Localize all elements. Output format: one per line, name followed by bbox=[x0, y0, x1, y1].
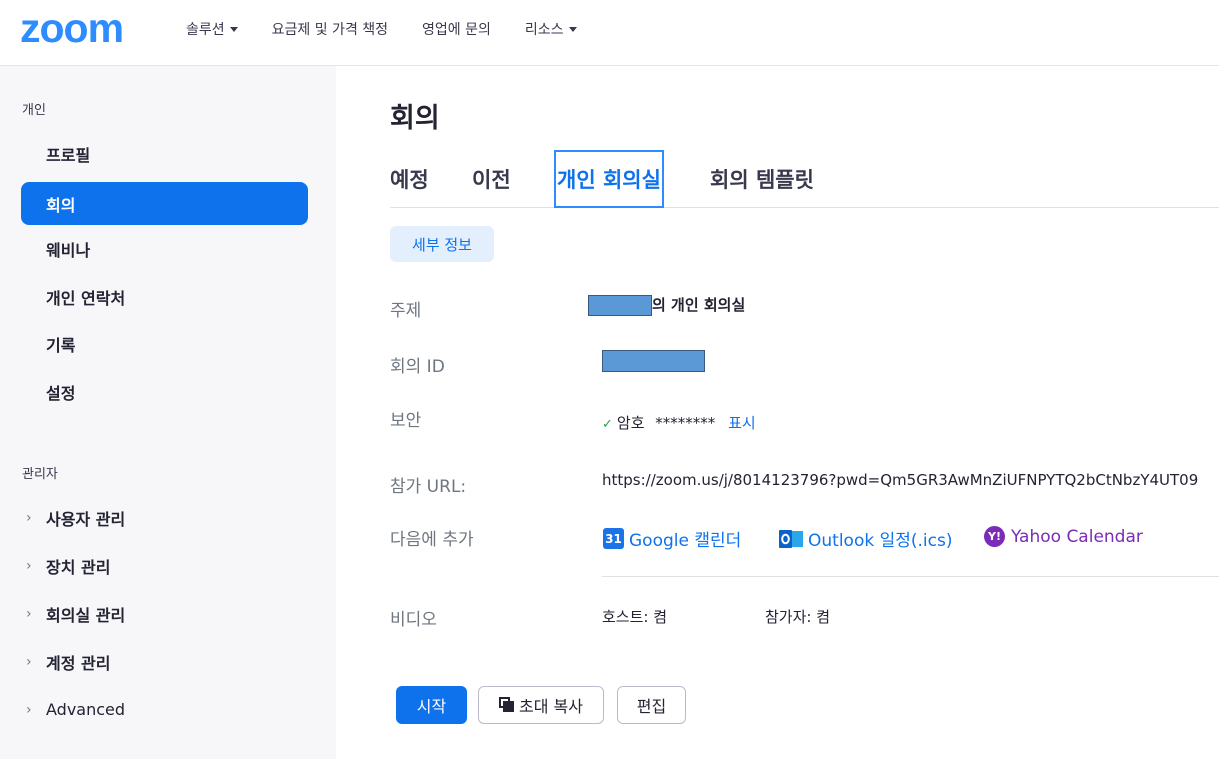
sidebar-item-label: 회의 bbox=[46, 195, 76, 215]
caret-down-icon bbox=[568, 26, 577, 32]
copy-invitation-label: 초대 복사 bbox=[519, 697, 583, 716]
add-to-label: 다음에 추가 bbox=[390, 530, 474, 550]
sidebar-item-label: 장치 관리 bbox=[46, 557, 111, 577]
security-value: ✓ 암호 ******** 표시 bbox=[602, 412, 756, 433]
sidebar-section-personal: 개인 bbox=[22, 103, 46, 118]
sidebar-item-webinars[interactable]: 웨비나 bbox=[21, 227, 308, 270]
topic-suffix: 의 개인 회의실 bbox=[652, 296, 746, 314]
page-title: 회의 bbox=[390, 103, 440, 134]
outlook-calendar-label: Outlook 일정(.ics) bbox=[808, 531, 953, 551]
sidebar-item-meetings[interactable]: 회의 bbox=[21, 182, 308, 225]
nav-contact-sales-label: 영업에 문의 bbox=[422, 22, 491, 38]
topic-value: 의 개인 회의실 bbox=[588, 294, 745, 316]
security-label: 보안 bbox=[390, 411, 422, 431]
copy-invitation-button[interactable]: 초대 복사 bbox=[478, 686, 604, 724]
sidebar-item-label: 사용자 관리 bbox=[46, 509, 126, 529]
tab-upcoming[interactable]: 예정 bbox=[390, 150, 429, 208]
top-navigation-bar: zoom 솔루션 요금제 및 가격 책정 영업에 문의 리소스 bbox=[0, 0, 1219, 66]
chevron-right-icon: › bbox=[26, 605, 32, 622]
show-passcode-link[interactable]: 표시 bbox=[728, 414, 756, 432]
sidebar-item-label: 계정 관리 bbox=[46, 653, 111, 673]
yahoo-calendar-link[interactable]: Y! Yahoo Calendar bbox=[984, 526, 1143, 547]
redacted-name bbox=[588, 295, 652, 316]
google-calendar-icon: 31 bbox=[603, 528, 624, 549]
nav-resources-label: 리소스 bbox=[524, 22, 564, 38]
chevron-right-icon: › bbox=[26, 557, 32, 574]
sidebar-item-label: 회의실 관리 bbox=[46, 605, 126, 625]
tab-personal-room[interactable]: 개인 회의실 bbox=[554, 150, 664, 208]
sidebar: 개인 프로필 회의 웨비나 개인 연락처 기록 설정 관리자 › 사용자 관리 ›… bbox=[0, 66, 336, 759]
sidebar-item-label: 설정 bbox=[46, 383, 76, 403]
divider bbox=[602, 576, 1219, 577]
chevron-right-icon: › bbox=[26, 509, 32, 526]
chevron-right-icon: › bbox=[26, 653, 32, 670]
tab-meeting-templates[interactable]: 회의 템플릿 bbox=[710, 150, 814, 208]
sidebar-item-advanced[interactable]: › Advanced bbox=[21, 688, 308, 731]
yahoo-icon: Y! bbox=[984, 526, 1005, 547]
sidebar-item-label: 개인 연락처 bbox=[46, 288, 126, 308]
nav-solutions[interactable]: 솔루션 bbox=[186, 18, 238, 40]
sidebar-section-admin: 관리자 bbox=[22, 467, 58, 482]
sidebar-item-profile[interactable]: 프로필 bbox=[21, 132, 308, 175]
sidebar-item-recordings[interactable]: 기록 bbox=[21, 322, 308, 365]
join-url-value: https://zoom.us/j/8014123796?pwd=Qm5GR3A… bbox=[602, 471, 1199, 489]
topic-label: 주제 bbox=[390, 301, 422, 321]
nav-contact-sales[interactable]: 영업에 문의 bbox=[422, 18, 491, 40]
passcode-mask: ******** bbox=[655, 414, 716, 432]
meeting-id-value bbox=[602, 350, 705, 372]
video-label: 비디오 bbox=[390, 610, 437, 630]
redacted-meeting-id bbox=[602, 350, 705, 372]
checkmark-icon: ✓ bbox=[602, 417, 613, 432]
sidebar-item-settings[interactable]: 설정 bbox=[21, 370, 308, 413]
sidebar-item-room-management[interactable]: › 회의실 관리 bbox=[21, 592, 308, 635]
edit-button[interactable]: 편집 bbox=[617, 686, 686, 724]
video-participant-value: 참가자: 켬 bbox=[765, 608, 831, 626]
google-calendar-label: Google 캘린더 bbox=[629, 531, 742, 551]
passcode-label: 암호 bbox=[616, 414, 645, 432]
sidebar-item-label: 프로필 bbox=[46, 145, 91, 165]
video-host-value: 호스트: 켬 bbox=[602, 608, 668, 626]
sidebar-item-user-management[interactable]: › 사용자 관리 bbox=[21, 496, 308, 539]
nav-pricing[interactable]: 요금제 및 가격 책정 bbox=[272, 18, 388, 40]
outlook-icon bbox=[779, 528, 803, 550]
caret-down-icon bbox=[229, 26, 238, 32]
sidebar-item-label: 웨비나 bbox=[46, 240, 91, 260]
copy-icon bbox=[499, 697, 515, 713]
tab-previous[interactable]: 이전 bbox=[472, 150, 511, 208]
yahoo-calendar-label: Yahoo Calendar bbox=[1011, 526, 1143, 547]
sidebar-item-label: 기록 bbox=[46, 335, 76, 355]
join-url-label: 참가 URL: bbox=[390, 477, 467, 497]
start-button[interactable]: 시작 bbox=[396, 686, 467, 724]
nav-solutions-label: 솔루션 bbox=[186, 22, 225, 38]
nav-resources[interactable]: 리소스 bbox=[525, 18, 577, 40]
zoom-logo[interactable]: zoom bbox=[20, 8, 124, 49]
nav-pricing-label: 요금제 및 가격 책정 bbox=[271, 22, 389, 38]
google-calendar-link[interactable]: 31 Google 캘린더 bbox=[603, 526, 741, 551]
outlook-calendar-link[interactable]: Outlook 일정(.ics) bbox=[779, 526, 952, 551]
details-button[interactable]: 세부 정보 bbox=[390, 226, 494, 262]
top-nav: 솔루션 요금제 및 가격 책정 영업에 문의 리소스 bbox=[186, 18, 611, 40]
meeting-tabs: 예정 이전 개인 회의실 회의 템플릿 bbox=[390, 150, 1219, 208]
chevron-right-icon: › bbox=[26, 701, 32, 718]
sidebar-item-account-management[interactable]: › 계정 관리 bbox=[21, 640, 308, 683]
meeting-id-label: 회의 ID bbox=[390, 357, 445, 377]
sidebar-item-contacts[interactable]: 개인 연락처 bbox=[21, 275, 308, 318]
sidebar-item-device-management[interactable]: › 장치 관리 bbox=[21, 544, 308, 587]
sidebar-item-label: Advanced bbox=[46, 700, 126, 719]
